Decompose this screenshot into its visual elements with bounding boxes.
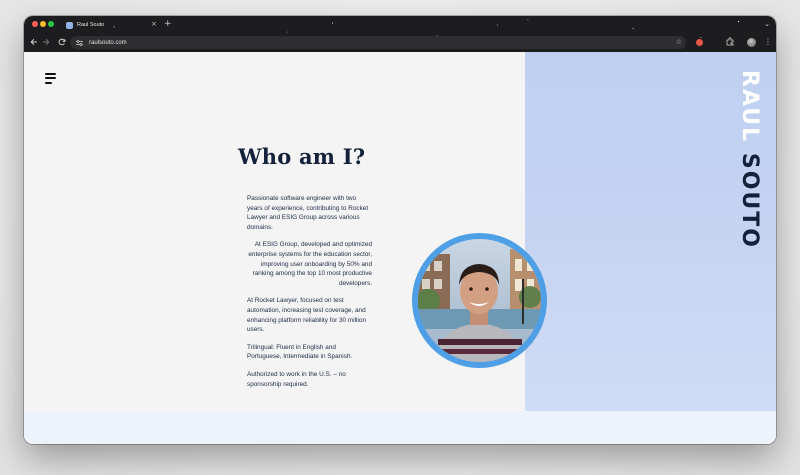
forward-icon[interactable] — [42, 38, 50, 48]
bio-paragraph: Authorized to work in the U.S. – no spon… — [247, 370, 346, 388]
brand-first-name: RAUL — [737, 70, 762, 144]
maximize-window-button[interactable] — [48, 21, 54, 27]
browser-tab[interactable]: Raul Souto × — [61, 18, 161, 32]
address-bar[interactable]: raulsouto.com ☆ — [70, 36, 686, 49]
profile-avatar[interactable] — [747, 38, 756, 47]
favicon-icon — [66, 21, 73, 29]
back-icon[interactable] — [30, 38, 38, 48]
brand-name: RAUL SOUTO — [736, 70, 762, 249]
new-tab-button[interactable]: + — [164, 18, 172, 30]
next-section-strip — [24, 411, 776, 444]
kebab-menu-icon[interactable]: ⋮ — [764, 37, 772, 47]
url-text: raulsouto.com — [89, 39, 127, 46]
bio-text: Passionate software engineer with two ye… — [247, 194, 372, 397]
menu-bar — [45, 72, 56, 75]
menu-bar — [45, 81, 52, 84]
puzzle-icon[interactable] — [726, 37, 735, 49]
tab-title: Raul Souto — [77, 22, 105, 28]
bio-paragraph: Passionate software engineer with two ye… — [247, 195, 369, 231]
tab-search-icon[interactable]: ⌄ — [764, 18, 770, 30]
minimize-window-button[interactable] — [40, 21, 46, 27]
reload-icon[interactable] — [58, 38, 66, 48]
page-title: Who am I? — [238, 144, 366, 169]
menu-bar — [45, 77, 56, 79]
bio-paragraph: At ESIG Group, developed and optimized e… — [248, 241, 372, 287]
profile-photo — [412, 233, 547, 368]
star-icon[interactable]: ☆ — [676, 38, 682, 47]
brand-last-name: SOUTO — [737, 152, 762, 249]
tab-strip: Raul Souto × + ⌄ — [24, 16, 776, 32]
hamburger-menu-icon[interactable] — [41, 68, 61, 88]
portrait-illustration — [418, 239, 541, 362]
profile-photo-image — [418, 239, 541, 362]
close-window-button[interactable] — [32, 21, 38, 27]
web-page: RAUL SOUTO Who am I? Passionate software… — [24, 52, 776, 444]
extension-icon[interactable] — [696, 39, 703, 46]
tab-close-icon[interactable]: × — [151, 21, 157, 28]
browser-toolbar: raulsouto.com ☆ ⋮ — [24, 34, 776, 52]
browser-chrome: Raul Souto × + ⌄ raulsouto.com ☆ ⋮ — [24, 16, 776, 52]
bio-paragraph: Trilingual: Fluent in English and Portug… — [247, 343, 353, 361]
bio-paragraph: At Rocket Lawyer, focused on test automa… — [247, 297, 366, 334]
tune-icon[interactable] — [73, 38, 85, 47]
browser-window: Raul Souto × + ⌄ raulsouto.com ☆ ⋮ RAUL … — [24, 16, 776, 444]
